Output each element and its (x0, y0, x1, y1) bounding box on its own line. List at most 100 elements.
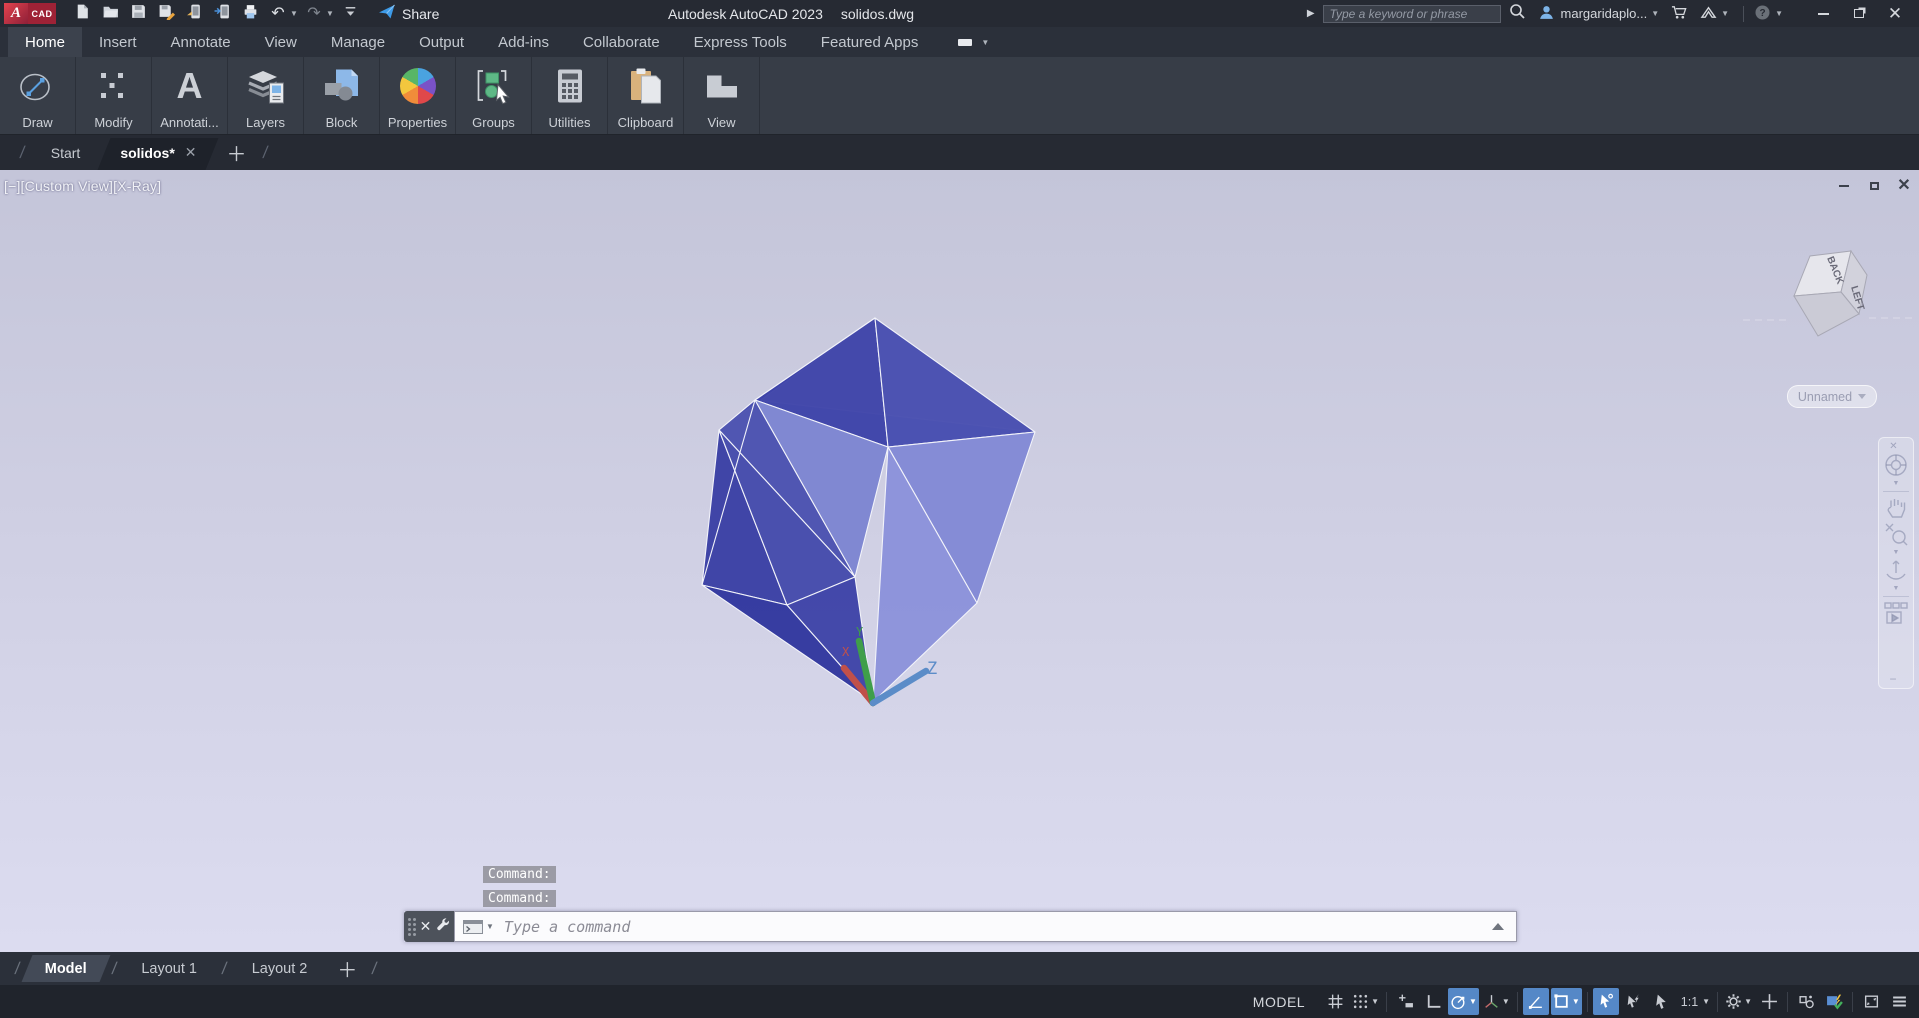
model-space-button[interactable]: MODEL (1243, 994, 1315, 1010)
command-input[interactable] (504, 918, 1492, 936)
wheel-dropdown-icon[interactable]: ▼ (1879, 478, 1913, 488)
icosahedron-solid[interactable]: XYZ (0, 170, 1919, 952)
undo-button[interactable]: ↶ (266, 2, 290, 26)
annotation-scale-toggle[interactable] (1649, 988, 1675, 1015)
search-icon[interactable] (1509, 3, 1526, 25)
ribbon-tab-home[interactable]: Home (8, 27, 82, 57)
navigation-wheel-icon[interactable] (1879, 452, 1913, 478)
plot-button[interactable] (238, 2, 262, 26)
isolate-objects-toggle[interactable] (1793, 988, 1819, 1015)
navbar-close-icon[interactable]: ✕ (1879, 440, 1913, 452)
save-as-button[interactable] (154, 2, 178, 26)
ribbon-panel-annotation[interactable]: AAnnotati... (152, 57, 228, 134)
named-view-dropdown[interactable]: Unnamed (1787, 385, 1877, 408)
open-folder-button[interactable] (98, 2, 122, 26)
new-layout-button[interactable]: ＋ (327, 954, 367, 983)
redo-dropdown-icon[interactable]: ▼ (326, 9, 334, 18)
new-file-button[interactable] (70, 2, 94, 26)
ribbon-tab-annotate[interactable]: Annotate (154, 27, 248, 57)
ribbon-tab-manage[interactable]: Manage (314, 27, 402, 57)
zoom-icon[interactable] (1879, 521, 1913, 547)
ribbon-panel-utilities[interactable]: Utilities (532, 57, 608, 134)
ribbon-panel-block[interactable]: Block (304, 57, 380, 134)
command-line-window[interactable]: ✕ ▼ (404, 911, 1517, 942)
pan-icon[interactable] (1879, 495, 1913, 521)
customization-toggle[interactable] (1886, 988, 1912, 1015)
autocad-app-logo[interactable]: A CAD (4, 3, 56, 24)
help-search-input[interactable] (1323, 5, 1501, 23)
command-input-area[interactable]: ▼ (454, 911, 1517, 942)
signed-in-user[interactable]: margaridaplo... ▼ (1538, 4, 1660, 24)
add-scales-toggle[interactable] (1621, 988, 1647, 1015)
orbit-dropdown-icon[interactable]: ▼ (1879, 583, 1913, 593)
layout-tab-layout-2[interactable]: Layout 2 (232, 952, 328, 985)
save-web-mobile-button[interactable] (210, 2, 234, 26)
new-drawing-tab-button[interactable]: ＋ (217, 138, 257, 167)
grid-toggle[interactable] (1322, 988, 1348, 1015)
navigation-bar[interactable]: ✕ ▼ ▼ ▼ − (1878, 437, 1914, 689)
ribbon-tab-express-tools[interactable]: Express Tools (677, 27, 804, 57)
drawing-viewport[interactable]: XYZ [−][Custom View][X-Ray] ✕ BACK LEFT … (0, 170, 1919, 952)
workspace-toggle[interactable]: ▼ (1723, 988, 1754, 1015)
close-button[interactable]: ✕ (1881, 2, 1909, 26)
ribbon-panel-properties[interactable]: Properties (380, 57, 456, 134)
ribbon-panel-groups[interactable]: Groups (456, 57, 532, 134)
file-tab-close-icon[interactable]: ✕ (185, 144, 197, 161)
annotation-visibility-toggle[interactable] (1593, 988, 1619, 1015)
viewport-restore-icon[interactable] (1867, 179, 1881, 193)
graphics-performance-toggle[interactable] (1821, 988, 1847, 1015)
viewport-close-icon[interactable]: ✕ (1897, 179, 1911, 193)
ribbon-display-toggle[interactable]: ▼ (949, 27, 998, 57)
showmotion-icon[interactable] (1879, 600, 1913, 626)
dynamic-input-toggle[interactable] (1392, 988, 1418, 1015)
customize-quick-access-button[interactable] (338, 2, 362, 26)
file-tab-start[interactable]: Start (31, 135, 101, 170)
file-tab-solidos[interactable]: solidos* ✕ (100, 135, 216, 170)
search-expand-icon[interactable]: ▶ (1307, 8, 1315, 19)
object-snap-toggle[interactable]: ▼ (1551, 988, 1582, 1015)
ribbon-tab-insert[interactable]: Insert (82, 27, 154, 57)
ribbon-panel-clipboard[interactable]: Clipboard (608, 57, 684, 134)
minimize-button[interactable] (1809, 2, 1837, 26)
share-button[interactable]: Share (378, 4, 439, 23)
viewcube[interactable]: BACK LEFT (1735, 245, 1919, 355)
viewport-controls[interactable]: [−][Custom View][X-Ray] (4, 178, 161, 194)
ribbon-tab-add-ins[interactable]: Add-ins (481, 27, 566, 57)
ribbon-panel-draw[interactable]: Draw (0, 57, 76, 134)
orbit-icon[interactable] (1879, 557, 1913, 583)
layout-tab-model[interactable]: Model (25, 952, 107, 985)
app-store-cart-button[interactable] (1671, 4, 1688, 24)
restore-button[interactable] (1845, 2, 1873, 26)
scale-value-toggle[interactable]: 1:1▼ (1677, 988, 1712, 1015)
navbar-minimize-icon[interactable]: − (1879, 672, 1913, 686)
redo-button[interactable]: ↷ (302, 2, 326, 26)
command-customize-wrench-icon[interactable] (435, 917, 450, 937)
undo-dropdown-icon[interactable]: ▼ (290, 9, 298, 18)
snap-mode-toggle[interactable]: ▼ (1350, 988, 1381, 1015)
open-web-mobile-button[interactable] (182, 2, 206, 26)
ribbon-panel-modify[interactable]: Modify (76, 57, 152, 134)
autodesk-apps-button[interactable]: ▼ (1700, 4, 1729, 24)
ribbon-tab-collaborate[interactable]: Collaborate (566, 27, 677, 57)
object-snap-tracking-toggle[interactable] (1523, 988, 1549, 1015)
recent-commands-icon[interactable]: ▼ (463, 920, 494, 934)
polar-tracking-toggle[interactable]: ▼ (1448, 988, 1479, 1015)
command-close-icon[interactable]: ✕ (420, 918, 432, 935)
zoom-dropdown-icon[interactable]: ▼ (1879, 547, 1913, 557)
ribbon-panel-view[interactable]: View (684, 57, 760, 134)
ribbon-tab-output[interactable]: Output (402, 27, 481, 57)
ribbon-tab-view[interactable]: View (248, 27, 314, 57)
help-button[interactable]: ? ▼ (1754, 4, 1783, 24)
clean-screen-toggle[interactable] (1858, 988, 1884, 1015)
ribbon-tab-featured-apps[interactable]: Featured Apps (804, 27, 936, 57)
command-expand-icon[interactable] (1492, 923, 1504, 930)
ortho-toggle[interactable] (1420, 988, 1446, 1015)
viewport-minimize-icon[interactable] (1837, 179, 1851, 193)
isometric-drafting-toggle[interactable]: ▼ (1481, 988, 1512, 1015)
layout-tab-layout-1[interactable]: Layout 1 (121, 952, 217, 985)
command-window-grip[interactable] (408, 918, 416, 936)
save-button[interactable] (126, 2, 150, 26)
ribbon-panel-layers[interactable]: Layers (228, 57, 304, 134)
recent-commands-dropdown-icon[interactable]: ▼ (486, 922, 494, 931)
crosshair-toggle[interactable] (1756, 988, 1782, 1015)
